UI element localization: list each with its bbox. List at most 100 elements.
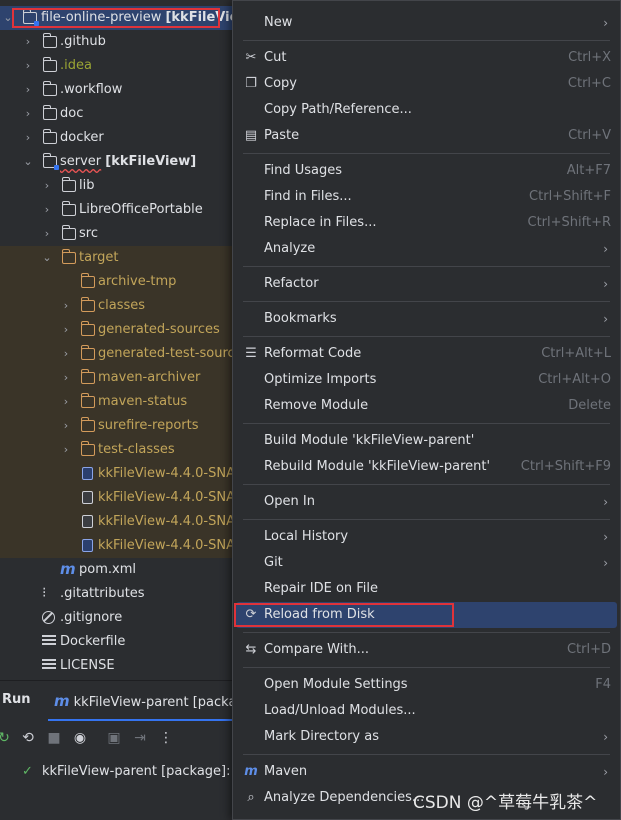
menu-item-open-in[interactable]: Open In › [233,489,620,515]
tree-item-gitattributes[interactable]: ⁝ .gitattributes [0,582,240,606]
folder-icon [42,57,57,72]
tree-item-lib[interactable]: › lib [0,174,240,198]
tree-item-docker[interactable]: › docker [0,126,240,150]
tree-label: lib [79,178,95,193]
tree-item-target[interactable]: ⌄ target [0,246,240,270]
menu-item-reformat-code[interactable]: ☰ Reformat Code Ctrl+Alt+L [233,341,620,367]
tree-item-test-classes[interactable]: › test-classes [0,438,240,462]
menu-item-copy-path[interactable]: Copy Path/Reference... [233,97,620,123]
tree-item-maven-archiver[interactable]: › maven-archiver [0,366,240,390]
chevron-right-icon[interactable]: › [22,30,34,54]
menu-item-load-unload-modules[interactable]: Load/Unload Modules... [233,698,620,724]
scissors-icon: ✂ [245,50,257,65]
context-menu: New › ✂ Cut Ctrl+X ❐ Copy Ctrl+C Copy Pa… [232,0,621,820]
tree-item-generated-sources[interactable]: › generated-sources [0,318,240,342]
menu-item-repair-ide[interactable]: Repair IDE on File [233,576,620,602]
menu-item-remove-module[interactable]: Remove Module Delete [233,393,620,419]
text-file-icon [42,659,56,671]
chevron-right-icon[interactable]: › [60,342,72,366]
chevron-right-icon[interactable]: › [41,174,53,198]
tree-item-github[interactable]: › .github [0,30,240,54]
menu-item-open-module-settings[interactable]: Open Module Settings F4 [233,672,620,698]
submenu-arrow-icon: › [603,277,608,291]
menu-item-git[interactable]: Git › [233,550,620,576]
menu-item-find-usages[interactable]: Find Usages Alt+F7 [233,158,620,184]
tree-item-dockerfile[interactable]: Dockerfile [0,630,240,654]
chevron-right-icon[interactable]: › [22,102,34,126]
reformat-icon: ☰ [245,346,257,361]
stop-icon[interactable]: ■ [46,730,62,746]
menu-item-local-history[interactable]: Local History › [233,524,620,550]
menu-item-compare-with[interactable]: ⇆ Compare With... Ctrl+D [233,637,620,663]
menu-item-analyze[interactable]: Analyze › [233,236,620,262]
tree-item-src[interactable]: › src [0,222,240,246]
tree-item-libreoffice[interactable]: › LibreOfficePortable [0,198,240,222]
tree-item-archive-tmp[interactable]: archive-tmp [0,270,240,294]
more-icon[interactable]: ⋮ [158,730,174,746]
chevron-right-icon[interactable]: › [60,414,72,438]
menu-item-find-in-files[interactable]: Find in Files... Ctrl+Shift+F [233,184,620,210]
chevron-right-icon[interactable]: › [22,78,34,102]
clipboard-icon: ▤ [244,128,258,143]
archive-file-icon [82,539,93,552]
menu-item-copy[interactable]: ❐ Copy Ctrl+C [233,71,620,97]
camera-icon[interactable]: ▣ [106,730,122,746]
tree-item-maven-status[interactable]: › maven-status [0,390,240,414]
tree-item-artifact-1[interactable]: kkFileView-4.4.0-SNAPSHOT [0,462,240,486]
tree-item-gitignore[interactable]: .gitignore [0,606,240,630]
excluded-folder-icon [80,297,95,312]
run-result-line[interactable]: ✓ kkFileView-parent [package]: [0,755,240,789]
chevron-right-icon[interactable]: › [60,438,72,462]
eye-icon[interactable]: ◉ [72,730,88,746]
menu-item-mark-directory[interactable]: Mark Directory as › [233,724,620,750]
chevron-right-icon[interactable]: › [60,294,72,318]
run-tab[interactable]: m kkFileView-parent [package] [48,681,240,721]
excluded-folder-icon [80,321,95,336]
tree-item-surefire-reports[interactable]: › surefire-reports [0,414,240,438]
menu-item-optimize-imports[interactable]: Optimize Imports Ctrl+Alt+O [233,367,620,393]
menu-separator [243,484,610,485]
submenu-arrow-icon: › [603,312,608,326]
project-tree: ⌄ file-online-preview [kkFileView › .git… [0,0,240,680]
tree-label: generated-test-sources [98,346,240,361]
menu-item-new[interactable]: New › [233,10,620,36]
tree-item-artifact-3[interactable]: kkFileView-4.4.0-SNAPSHOT [0,510,240,534]
menu-item-maven[interactable]: m Maven › [233,759,620,785]
tree-item-generated-test-sources[interactable]: › generated-test-sources [0,342,240,366]
menu-item-cut[interactable]: ✂ Cut Ctrl+X [233,45,620,71]
excluded-folder-icon [80,273,95,288]
chevron-right-icon[interactable]: › [22,126,34,150]
menu-item-rebuild-module[interactable]: Rebuild Module 'kkFileView-parent' Ctrl+… [233,454,620,480]
tree-item-workflow[interactable]: › .workflow [0,78,240,102]
chevron-right-icon[interactable]: › [60,390,72,414]
chevron-right-icon[interactable]: › [41,222,53,246]
chevron-right-icon[interactable]: › [60,366,72,390]
tree-item-pom[interactable]: m pom.xml [0,558,240,582]
chevron-down-icon[interactable]: ⌄ [22,150,34,174]
tree-item-artifact-2[interactable]: kkFileView-4.4.0-SNAPSHOT [0,486,240,510]
watermark: CSDN @^草莓牛乳茶^ [413,793,598,813]
tree-item-doc[interactable]: › doc [0,102,240,126]
menu-item-replace-in-files[interactable]: Replace in Files... Ctrl+Shift+R [233,210,620,236]
module-name: [kkFileView] [105,154,197,169]
menu-item-bookmarks[interactable]: Bookmarks › [233,306,620,332]
tree-label: .github [60,34,106,49]
rerun-icon[interactable]: ↻ [0,730,12,746]
tree-item-classes[interactable]: › classes [0,294,240,318]
folder-icon [42,105,57,120]
tree-item-server[interactable]: ⌄ server [kkFileView] [0,150,240,174]
copy-icon: ❐ [245,76,257,91]
chevron-right-icon[interactable]: › [60,318,72,342]
tree-item-idea[interactable]: › .idea [0,54,240,78]
chevron-down-icon[interactable]: ⌄ [41,246,53,270]
tree-label: generated-sources [98,322,220,337]
chevron-right-icon[interactable]: › [41,198,53,222]
chevron-right-icon[interactable]: › [22,54,34,78]
menu-item-refactor[interactable]: Refactor › [233,271,620,297]
exit-icon[interactable]: ⇥ [132,730,148,746]
menu-item-build-module[interactable]: Build Module 'kkFileView-parent' [233,428,620,454]
menu-item-paste[interactable]: ▤ Paste Ctrl+V [233,123,620,149]
tree-item-license[interactable]: LICENSE [0,654,240,678]
tree-item-artifact-4[interactable]: kkFileView-4.4.0-SNAPSHOT [0,534,240,558]
rerun-failed-icon[interactable]: ⟲ [20,730,36,746]
